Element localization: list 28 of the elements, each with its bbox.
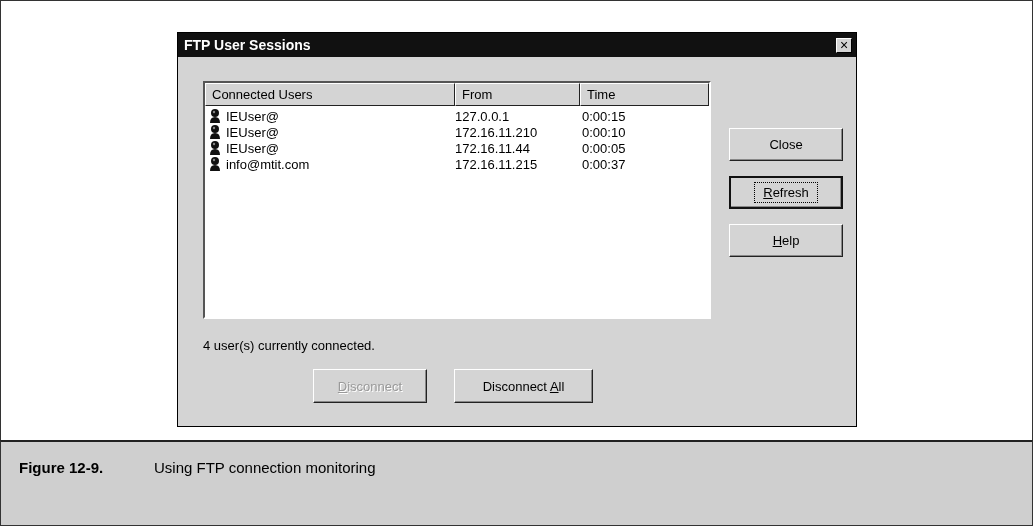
table-cell: 0:00:05: [582, 140, 626, 156]
table-cell: 127.0.0.1: [455, 108, 510, 124]
dialog-button[interactable]: Help: [729, 224, 843, 257]
table-cell: 172.16.11.44: [455, 140, 530, 156]
disconnect-button[interactable]: Disconnect All: [454, 369, 593, 403]
table-cell: info@mtit.com: [226, 156, 310, 172]
column-header[interactable]: Time: [580, 83, 709, 106]
dialog-button[interactable]: Close: [729, 128, 843, 161]
table-cell: 0:00:37: [582, 156, 626, 172]
user-icon: [207, 108, 223, 124]
table-cell: IEUser@: [226, 108, 279, 124]
dialog-button[interactable]: Refresh: [729, 176, 843, 209]
window-title: FTP User Sessions: [184, 37, 311, 53]
user-icon: [207, 124, 223, 140]
table-cell: 172.16.11.215: [455, 156, 538, 172]
status-text: 4 user(s) currently connected.: [203, 338, 376, 353]
figure-caption: Using FTP connection monitoring: [154, 459, 376, 476]
column-header[interactable]: Connected Users: [205, 83, 455, 106]
table-cell: 0:00:15: [582, 108, 626, 124]
user-icon: [207, 140, 223, 156]
table-cell: IEUser@: [226, 124, 279, 140]
close-button[interactable]: ×: [836, 37, 852, 53]
table-cell: IEUser@: [226, 140, 279, 156]
table-cell: 0:00:10: [582, 124, 626, 140]
column-header[interactable]: From: [455, 83, 580, 106]
figure-number: Figure 12-9.: [19, 459, 105, 476]
table-cell: 172.16.11.210: [455, 124, 538, 140]
user-icon: [207, 156, 223, 172]
